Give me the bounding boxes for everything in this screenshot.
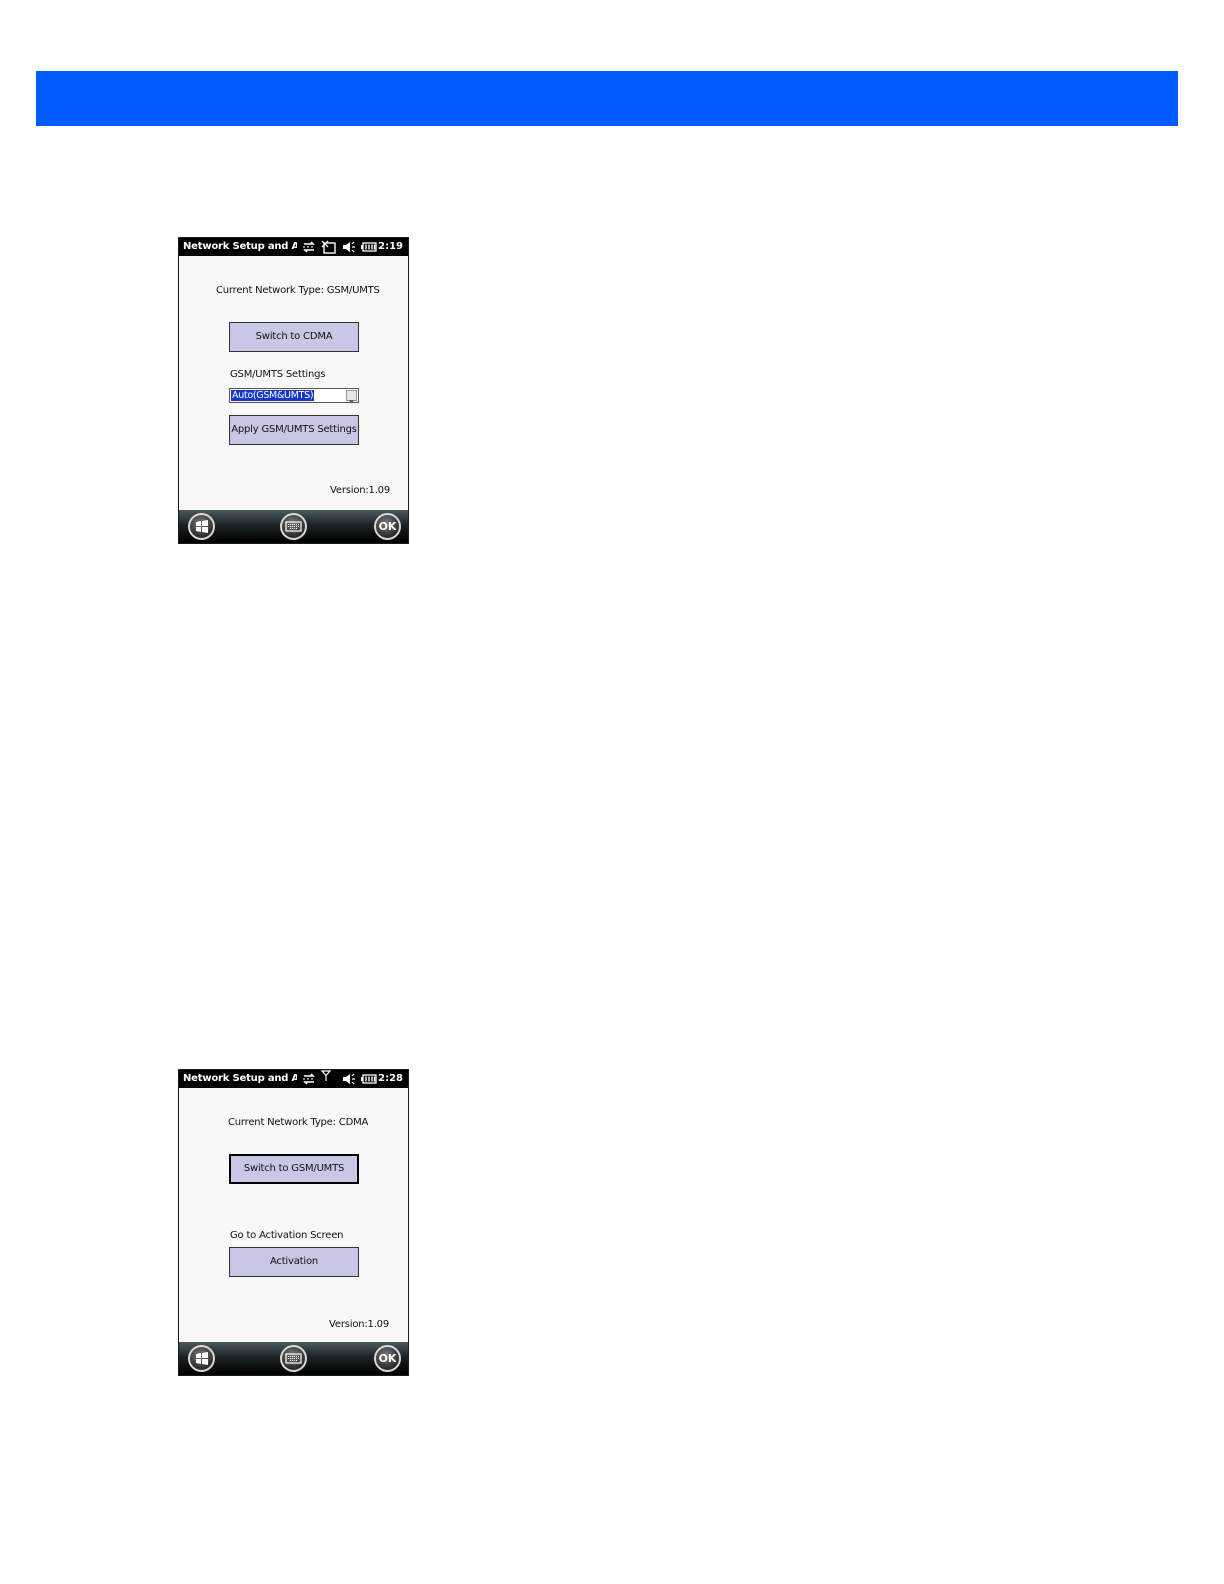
ok-button[interactable]: OK — [374, 1345, 401, 1372]
keyboard-icon — [285, 521, 302, 532]
start-button[interactable] — [188, 513, 215, 540]
antenna-icon[interactable] — [320, 1070, 332, 1085]
taskbar: OK — [179, 510, 408, 543]
current-network-type: Current Network Type: CDMA — [228, 1117, 369, 1128]
keyboard-button[interactable] — [280, 513, 307, 540]
clock[interactable]: 2:19 — [378, 241, 403, 252]
speaker-icon[interactable] — [341, 1071, 357, 1090]
app-title[interactable]: Network Setup and Act — [183, 1073, 297, 1084]
switch-network-button[interactable]: Switch to GSM/UMTS — [229, 1154, 359, 1184]
start-button[interactable] — [188, 1345, 215, 1372]
battery-icon[interactable] — [361, 1071, 379, 1090]
speaker-icon[interactable] — [341, 239, 357, 258]
taskbar: OK — [179, 1342, 408, 1375]
version-label: Version:1.09 — [330, 485, 391, 496]
app-title[interactable]: Network Setup and Act — [183, 241, 297, 252]
battery-icon[interactable] — [361, 239, 379, 258]
windows-start-icon — [196, 520, 208, 533]
activation-button[interactable]: Activation — [229, 1247, 359, 1277]
version-label: Version:1.09 — [329, 1319, 390, 1330]
keyboard-icon — [285, 1353, 302, 1364]
chevron-down-icon[interactable] — [346, 390, 357, 404]
ok-button[interactable]: OK — [374, 513, 401, 540]
network-mode-dropdown[interactable]: Auto(GSM&UMTS) — [229, 388, 359, 404]
windows-start-icon — [196, 1352, 208, 1365]
activation-label: Go to Activation Screen — [230, 1230, 344, 1241]
status-bar: Network Setup and Act 2:19 — [179, 238, 408, 256]
keyboard-button[interactable] — [280, 1345, 307, 1372]
switch-network-button[interactable]: Switch to CDMA — [229, 322, 359, 352]
status-bar: Network Setup and Act 2:28 — [179, 1070, 408, 1088]
dropdown-selected-value: Auto(GSM&UMTS) — [229, 389, 316, 402]
current-network-type: Current Network Type: GSM/UMTS — [216, 285, 380, 296]
apply-settings-button[interactable]: Apply GSM/UMTS Settings — [229, 415, 359, 445]
clock[interactable]: 2:28 — [378, 1073, 403, 1084]
sync-arrows-icon[interactable] — [301, 239, 317, 258]
phone-screen-gsm: Network Setup and Act 2:19 Current Netwo… — [178, 237, 409, 544]
phone-screen-cdma: Network Setup and Act 2:28 Current Netwo… — [178, 1069, 409, 1376]
settings-label: GSM/UMTS Settings — [230, 369, 326, 380]
sync-arrows-icon[interactable] — [301, 1071, 317, 1090]
top-banner — [36, 71, 1178, 126]
no-sim-icon[interactable] — [321, 239, 337, 258]
